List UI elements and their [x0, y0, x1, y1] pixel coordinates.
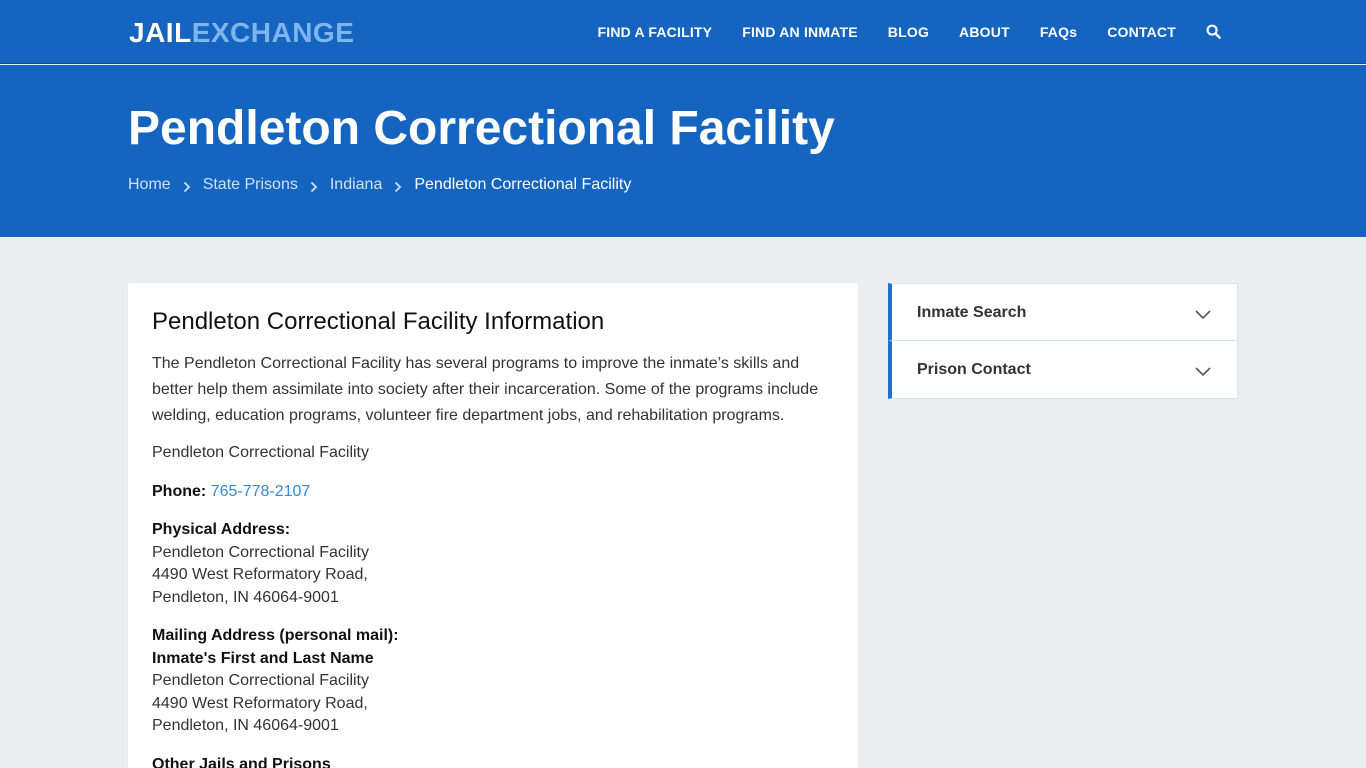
- accordion-label: Inmate Search: [917, 304, 1027, 321]
- main-nav: FIND A FACILITY FIND AN INMATE BLOG ABOU…: [567, 0, 1222, 64]
- logo-text-jail: JAIL: [129, 17, 192, 48]
- chevron-right-icon: [310, 179, 318, 193]
- nav-contact[interactable]: CONTACT: [1107, 24, 1176, 40]
- accordion-prison-contact[interactable]: Prison Contact: [888, 341, 1238, 399]
- physical-address: Physical Address: Pendleton Correctional…: [152, 519, 832, 609]
- address-line: Pendleton, IN 46064-9001: [152, 717, 339, 734]
- phone-link[interactable]: 765-778-2107: [211, 483, 311, 500]
- sidebar: Inmate Search Prison Contact: [888, 283, 1238, 399]
- address-line: Pendleton Correctional Facility: [152, 543, 369, 561]
- page-title: Pendleton Correctional Facility: [128, 102, 835, 155]
- mailing-address: Mailing Address (personal mail): Inmate'…: [152, 625, 832, 738]
- chevron-down-icon: [1195, 364, 1211, 382]
- facility-info-heading: Pendleton Correctional Facility Informat…: [152, 308, 605, 335]
- accordion-label: Prison Contact: [917, 361, 1031, 378]
- address-line: Pendleton, IN 46064-9001: [152, 588, 339, 606]
- address-line: 4490 West Reformatory Road,: [152, 566, 368, 583]
- breadcrumb-indiana[interactable]: Indiana: [330, 175, 383, 195]
- nav-find-facility[interactable]: FIND A FACILITY: [597, 24, 712, 40]
- logo-text-exchange: EXCHANGE: [191, 17, 355, 48]
- nav-faqs[interactable]: FAQs: [1040, 24, 1077, 40]
- nav-find-inmate[interactable]: FIND AN INMATE: [742, 24, 858, 40]
- physical-address-label: Physical Address:: [152, 521, 291, 538]
- page-hero: Pendleton Correctional Facility Home Sta…: [0, 65, 1366, 237]
- other-jails-heading: Other Jails and Prisons: [152, 755, 331, 768]
- top-navbar: JAILEXCHANGE FIND A FACILITY FIND AN INM…: [0, 0, 1366, 64]
- site-logo[interactable]: JAILEXCHANGE: [129, 17, 354, 49]
- chevron-down-icon: [1195, 307, 1211, 325]
- phone-row: Phone: 765-778-2107: [152, 481, 832, 504]
- facility-intro: The Pendleton Correctional Facility has …: [152, 355, 819, 424]
- nav-about[interactable]: ABOUT: [959, 24, 1010, 40]
- search-icon[interactable]: [1206, 24, 1222, 40]
- breadcrumb-state-prisons[interactable]: State Prisons: [203, 175, 298, 195]
- breadcrumb-home[interactable]: Home: [128, 175, 171, 195]
- breadcrumb-current: Pendleton Correctional Facility: [414, 176, 632, 193]
- chevron-right-icon: [394, 179, 402, 193]
- chevron-right-icon: [183, 179, 191, 193]
- phone-label: Phone:: [152, 482, 207, 500]
- facility-info-card: Pendleton Correctional Facility Informat…: [128, 283, 858, 768]
- accordion-inmate-search[interactable]: Inmate Search: [888, 283, 1238, 341]
- facility-name: Pendleton Correctional Facility: [152, 444, 369, 461]
- nav-blog[interactable]: BLOG: [888, 24, 929, 40]
- mailing-inmate-name: Inmate's First and Last Name: [152, 649, 374, 667]
- breadcrumb: Home State Prisons Indiana Pendleton Cor…: [128, 175, 631, 195]
- mailing-address-label: Mailing Address (personal mail):: [152, 627, 399, 644]
- address-line: Pendleton Correctional Facility: [152, 672, 369, 689]
- address-line: 4490 West Reformatory Road,: [152, 694, 368, 712]
